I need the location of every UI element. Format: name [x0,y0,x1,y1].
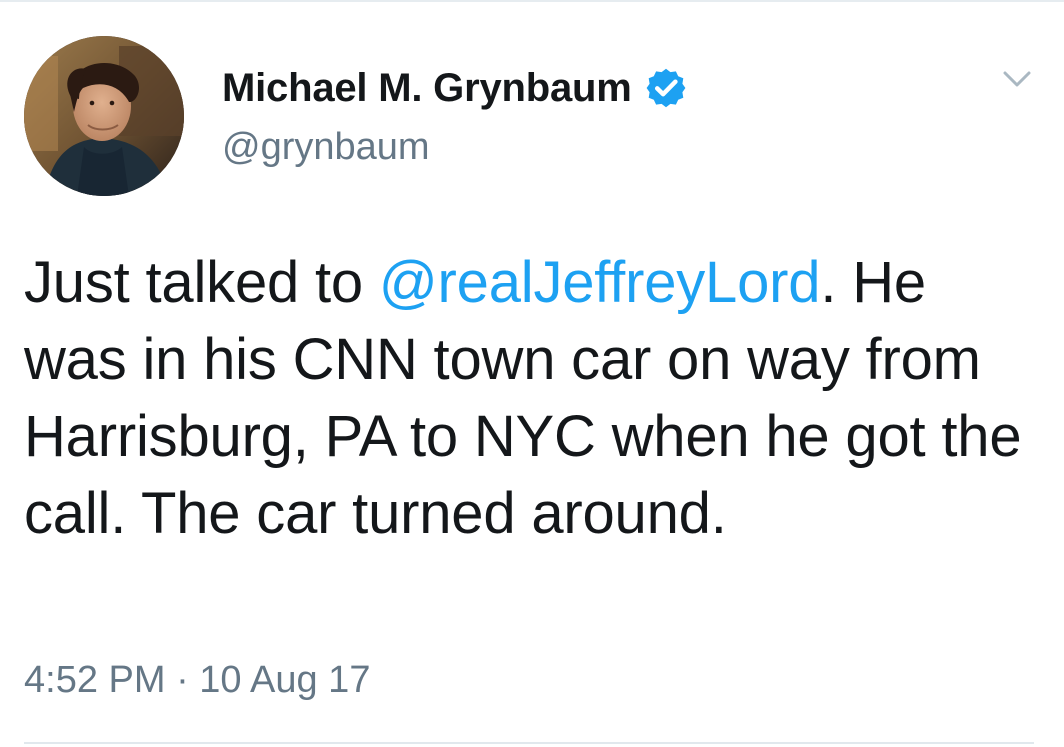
author-name-row: Michael M. Grynbaum [222,64,962,112]
mention-link[interactable]: @realJeffreyLord [379,250,821,315]
author-display-name[interactable]: Michael M. Grynbaum [222,66,632,111]
tweet-text: Just talked to @realJeffreyLord. He was … [24,244,1034,552]
tweet-text-before-mention: Just talked to [24,250,379,315]
avatar[interactable] [24,36,184,196]
tweet-timestamp[interactable]: 4:52 PM · 10 Aug 17 [24,654,370,706]
tweet-header: Michael M. Grynbaum @grynbaum [222,64,962,170]
top-divider [0,0,1064,2]
author-username[interactable]: @grynbaum [222,124,962,170]
bottom-divider [24,742,1034,744]
chevron-down-icon[interactable] [997,64,1037,94]
verified-badge-icon [644,66,688,110]
